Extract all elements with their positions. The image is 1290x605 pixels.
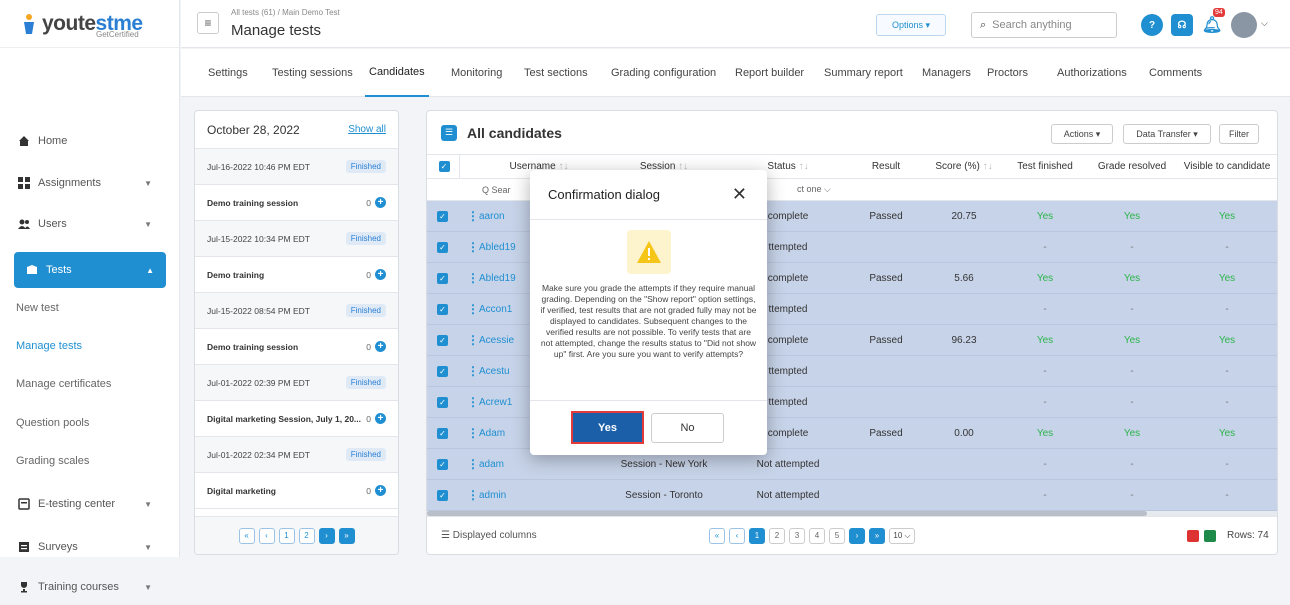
dialog-title: Confirmation dialog: [548, 187, 661, 202]
warning-icon: [627, 230, 671, 274]
yes-button[interactable]: Yes: [571, 411, 644, 444]
close-icon[interactable]: ✕: [732, 184, 747, 205]
modal-overlay: Confirmation dialog ✕ Make sure you grad…: [0, 0, 1290, 557]
nav-training-courses[interactable]: Training courses ▼: [0, 569, 180, 605]
dialog-message: Make sure you grade the attempts if they…: [540, 283, 757, 359]
chevron-down-icon: ▼: [144, 582, 152, 592]
confirmation-dialog: Confirmation dialog ✕ Make sure you grad…: [530, 170, 767, 455]
trophy-icon: [18, 581, 30, 593]
dialog-footer: Yes No: [530, 400, 767, 455]
no-button[interactable]: No: [651, 413, 724, 443]
dialog-header: Confirmation dialog ✕: [530, 170, 767, 220]
